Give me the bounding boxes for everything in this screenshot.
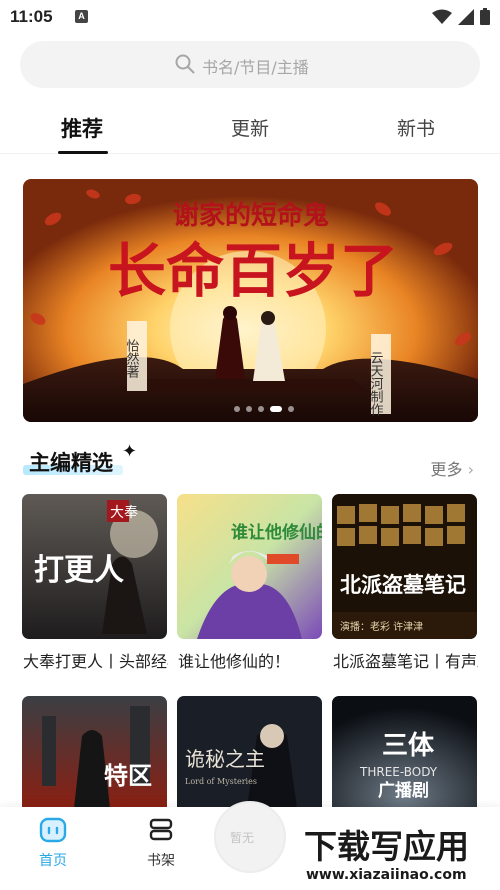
banner-pager — [234, 406, 294, 412]
book-card[interactable]: 北派盗墓笔记 演播：老彩 许津津 北派盗墓笔记丨有声剧 — [332, 494, 478, 671]
book-cover: 大奉 打更人 — [22, 494, 167, 639]
search-icon — [175, 54, 195, 74]
home-icon — [39, 817, 67, 843]
tab-updates[interactable]: 更新 — [231, 114, 269, 141]
hero-banner[interactable]: 谢家的短命鬼 长命百岁了 怡然著 云天河制作 — [23, 179, 478, 422]
book-cover: 谁让他修仙的！ — [177, 494, 322, 639]
tab-recommend[interactable]: 推荐 — [61, 113, 103, 143]
sparkle-icon: ✦ — [122, 441, 138, 462]
svg-text:Lord of Mysteries: Lord of Mysteries — [185, 777, 257, 786]
status-icons — [432, 8, 490, 25]
nav-shelf[interactable]: 书架 — [131, 817, 191, 870]
pager-dot[interactable] — [258, 406, 264, 412]
search-placeholder: 书名/节目/主播 — [202, 58, 309, 77]
book-cover: 三体 THREE-BODY 广播剧 — [332, 696, 477, 808]
book-title: 大奉打更人丨头部经典 — [23, 652, 168, 671]
book-cover: 北派盗墓笔记 演播：老彩 许津津 — [332, 494, 477, 639]
status-bar: 11:05 A — [0, 0, 500, 34]
book-card[interactable]: 特区 — [22, 696, 167, 808]
svg-text:谁让他修仙的！: 谁让他修仙的！ — [231, 522, 322, 543]
pager-dot[interactable] — [288, 406, 294, 412]
pager-dot[interactable] — [234, 406, 240, 412]
search-bar[interactable]: 书名/节目/主播 — [20, 41, 480, 88]
tab-bar: 推荐 更新 新书 — [0, 104, 500, 154]
nav-home-label: 首页 — [39, 853, 67, 869]
signal-icon — [458, 8, 474, 25]
tab-new-books[interactable]: 新书 — [397, 114, 435, 141]
svg-text:诡秘之主: 诡秘之主 — [185, 747, 265, 771]
svg-text:THREE-BODY: THREE-BODY — [359, 765, 438, 779]
notification-icon: A — [75, 10, 88, 23]
pager-dot[interactable] — [246, 406, 252, 412]
more-link[interactable]: 更多 › — [430, 456, 474, 480]
book-card[interactable]: 三体 THREE-BODY 广播剧 — [332, 696, 477, 808]
svg-text:下载写应用: 下载写应用 — [304, 827, 469, 866]
banner-producer-tag: 云天河制作 — [368, 351, 384, 416]
svg-text:大奉: 大奉 — [110, 505, 138, 521]
book-card[interactable]: 谁让他修仙的！ 谁让他修仙的！ — [177, 494, 322, 671]
tab-indicator — [58, 151, 108, 154]
wifi-icon — [432, 9, 452, 24]
section-header: 主编精选 ✦ — [23, 441, 137, 477]
svg-text:北派盗墓笔记: 北派盗墓笔记 — [340, 572, 466, 597]
book-title: 北派盗墓笔记丨有声剧 — [333, 652, 478, 671]
more-label: 更多 — [430, 460, 463, 479]
nav-shelf-label: 书架 — [147, 853, 175, 869]
book-cover: 特区 — [22, 696, 167, 808]
svg-text:三体: 三体 — [382, 731, 435, 761]
chevron-right-icon: › — [467, 460, 474, 479]
nav-home[interactable]: 首页 — [23, 817, 83, 870]
bookshelf-icon — [149, 818, 173, 841]
svg-text:特区: 特区 — [104, 761, 152, 790]
site-watermark: 下载写应用 www.xiazaiinao.com — [300, 822, 496, 884]
book-cover: 诡秘之主 Lord of Mysteries — [177, 696, 322, 808]
pager-dot-active[interactable] — [270, 406, 282, 412]
mini-player-button[interactable]: 暂无 — [214, 801, 286, 873]
svg-text:打更人: 打更人 — [34, 553, 124, 588]
section-title: 主编精选 — [29, 451, 113, 475]
status-time: 11:05 — [10, 7, 53, 26]
svg-text:www.xiazaiinao.com: www.xiazaiinao.com — [306, 867, 467, 883]
book-card[interactable]: 大奉 打更人 大奉打更人丨头部经典 — [22, 494, 168, 671]
banner-title: 长命百岁了 — [108, 237, 398, 305]
svg-text:演播：老彩 许津津: 演播：老彩 许津津 — [340, 620, 423, 633]
battery-icon — [480, 8, 490, 25]
player-hint: 暂无 — [230, 831, 255, 845]
banner-author-tag: 怡然著 — [124, 339, 140, 379]
svg-text:广播剧: 广播剧 — [378, 780, 429, 801]
banner-artwork: 谢家的短命鬼 长命百岁了 怡然著 云天河制作 — [23, 179, 478, 422]
banner-subtitle: 谢家的短命鬼 — [173, 200, 329, 231]
book-card[interactable]: 诡秘之主 Lord of Mysteries — [177, 696, 322, 808]
book-title: 谁让他修仙的！ — [178, 652, 291, 671]
